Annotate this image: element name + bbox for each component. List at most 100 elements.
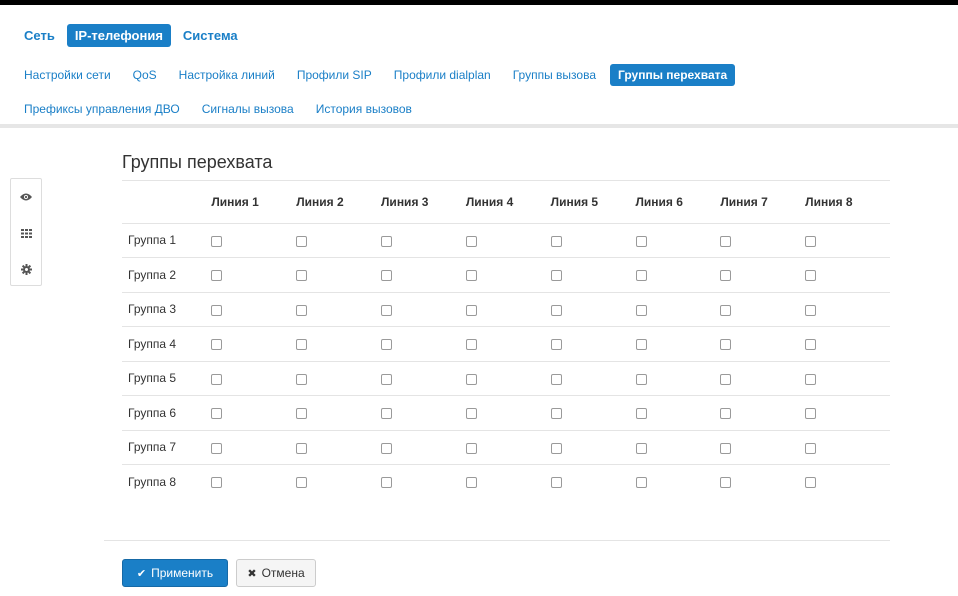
tab-call-groups[interactable]: Группы вызова xyxy=(505,64,604,86)
checkbox-group-3-line-4[interactable] xyxy=(465,304,477,316)
table-cell xyxy=(465,465,551,500)
checkbox-group-4-line-6[interactable] xyxy=(635,339,647,351)
checkbox-group-2-line-6[interactable] xyxy=(635,270,647,282)
checkbox-group-6-line-4[interactable] xyxy=(465,408,477,420)
checkbox-group-3-line-8[interactable] xyxy=(805,304,817,316)
checkbox-group-4-line-8[interactable] xyxy=(805,339,817,351)
checkbox-group-3-line-6[interactable] xyxy=(635,304,647,316)
table-row: Группа 7 xyxy=(122,430,890,465)
checkbox-group-1-line-4[interactable] xyxy=(465,235,477,247)
apply-button[interactable]: ✔ Применить xyxy=(122,559,228,587)
table-cell xyxy=(635,257,721,293)
main-content: Группы перехвата Линия 1 Линия 2 Линия 3… xyxy=(122,150,890,499)
checkbox-group-5-line-4[interactable] xyxy=(465,373,477,385)
checkbox-group-4-line-3[interactable] xyxy=(381,339,393,351)
pickup-groups-table: Линия 1 Линия 2 Линия 3 Линия 4 Линия 5 … xyxy=(122,181,890,499)
checkbox-group-1-line-5[interactable] xyxy=(550,235,562,247)
table-cell xyxy=(550,430,636,465)
checkbox-group-2-line-4[interactable] xyxy=(465,270,477,282)
apply-button-label: Применить xyxy=(151,566,214,580)
gear-icon[interactable] xyxy=(11,251,41,287)
checkbox-group-8-line-7[interactable] xyxy=(720,477,732,489)
tab-service-prefixes[interactable]: Префиксы управления ДВО xyxy=(16,98,188,120)
checkbox-group-3-line-5[interactable] xyxy=(550,304,562,316)
table-cell xyxy=(211,292,297,327)
checkbox-group-7-line-2[interactable] xyxy=(296,442,308,454)
checkbox-group-7-line-7[interactable] xyxy=(720,442,732,454)
checkbox-group-8-line-8[interactable] xyxy=(805,477,817,489)
checkbox-group-7-line-3[interactable] xyxy=(381,442,393,454)
tab-call-history[interactable]: История вызовов xyxy=(308,98,420,120)
table-row: Группа 8 xyxy=(122,465,890,500)
checkbox-group-6-line-2[interactable] xyxy=(296,408,308,420)
checkbox-group-5-line-6[interactable] xyxy=(635,373,647,385)
checkbox-group-5-line-3[interactable] xyxy=(381,373,393,385)
table-row: Группа 1 xyxy=(122,223,890,258)
checkbox-group-4-line-2[interactable] xyxy=(296,339,308,351)
checkbox-group-8-line-2[interactable] xyxy=(296,477,308,489)
checkbox-group-6-line-8[interactable] xyxy=(805,408,817,420)
grid-icon[interactable] xyxy=(11,215,41,251)
checkbox-group-3-line-1[interactable] xyxy=(211,304,223,316)
checkbox-group-2-line-3[interactable] xyxy=(381,270,393,282)
checkbox-group-5-line-2[interactable] xyxy=(296,373,308,385)
checkbox-group-8-line-4[interactable] xyxy=(465,477,477,489)
eye-icon[interactable] xyxy=(11,179,41,215)
checkbox-group-4-line-4[interactable] xyxy=(465,339,477,351)
table-row: Группа 5 xyxy=(122,361,890,396)
checkbox-group-5-line-5[interactable] xyxy=(550,373,562,385)
checkbox-group-5-line-7[interactable] xyxy=(720,373,732,385)
table-cell xyxy=(550,395,636,431)
checkbox-group-7-line-8[interactable] xyxy=(805,442,817,454)
tab-pickup-groups[interactable]: Группы перехвата xyxy=(610,64,736,86)
checkbox-group-6-line-7[interactable] xyxy=(720,408,732,420)
tab-dialplan-profiles[interactable]: Профили dialplan xyxy=(386,64,499,86)
tab-network-settings[interactable]: Настройки сети xyxy=(16,64,119,86)
cancel-button[interactable]: ✖ Отмена xyxy=(236,559,316,587)
checkbox-group-6-line-3[interactable] xyxy=(381,408,393,420)
checkbox-group-1-line-8[interactable] xyxy=(805,235,817,247)
checkbox-group-3-line-7[interactable] xyxy=(720,304,732,316)
top-nav-item-ip-telephony[interactable]: IP-телефония xyxy=(66,23,171,47)
checkbox-group-2-line-8[interactable] xyxy=(805,270,817,282)
checkbox-group-7-line-6[interactable] xyxy=(635,442,647,454)
table-cell xyxy=(296,326,382,362)
top-nav-item-system[interactable]: Система xyxy=(175,24,246,47)
checkbox-group-1-line-3[interactable] xyxy=(381,235,393,247)
tab-call-signals[interactable]: Сигналы вызова xyxy=(194,98,302,120)
table-cell xyxy=(805,223,890,258)
checkbox-group-8-line-1[interactable] xyxy=(211,477,223,489)
checkbox-group-6-line-5[interactable] xyxy=(550,408,562,420)
tab-line-settings[interactable]: Настройка линий xyxy=(171,64,283,86)
checkbox-group-2-line-1[interactable] xyxy=(211,270,223,282)
checkbox-group-2-line-7[interactable] xyxy=(720,270,732,282)
checkbox-group-6-line-6[interactable] xyxy=(635,408,647,420)
checkbox-group-7-line-4[interactable] xyxy=(465,442,477,454)
checkbox-group-5-line-1[interactable] xyxy=(211,373,223,385)
checkbox-group-3-line-2[interactable] xyxy=(296,304,308,316)
checkbox-group-5-line-8[interactable] xyxy=(805,373,817,385)
checkbox-group-1-line-7[interactable] xyxy=(720,235,732,247)
tab-sip-profiles[interactable]: Профили SIP xyxy=(289,64,380,86)
checkbox-group-7-line-1[interactable] xyxy=(211,442,223,454)
checkbox-group-4-line-1[interactable] xyxy=(211,339,223,351)
checkbox-group-8-line-6[interactable] xyxy=(635,477,647,489)
checkbox-group-4-line-5[interactable] xyxy=(550,339,562,351)
tab-qos[interactable]: QoS xyxy=(125,64,165,86)
checkbox-group-3-line-3[interactable] xyxy=(381,304,393,316)
checkbox-group-1-line-6[interactable] xyxy=(635,235,647,247)
checkbox-group-1-line-2[interactable] xyxy=(296,235,308,247)
table-cell xyxy=(550,223,636,258)
checkbox-group-2-line-2[interactable] xyxy=(296,270,308,282)
row-label-group-5: Группа 5 xyxy=(122,361,212,396)
checkbox-group-1-line-1[interactable] xyxy=(211,235,223,247)
checkbox-group-6-line-1[interactable] xyxy=(211,408,223,420)
checkbox-group-8-line-5[interactable] xyxy=(550,477,562,489)
top-nav-item-network[interactable]: Сеть xyxy=(16,24,63,47)
table-cell xyxy=(805,326,890,362)
checkbox-group-2-line-5[interactable] xyxy=(550,270,562,282)
table-cell xyxy=(465,292,551,327)
checkbox-group-8-line-3[interactable] xyxy=(381,477,393,489)
checkbox-group-7-line-5[interactable] xyxy=(550,442,562,454)
checkbox-group-4-line-7[interactable] xyxy=(720,339,732,351)
